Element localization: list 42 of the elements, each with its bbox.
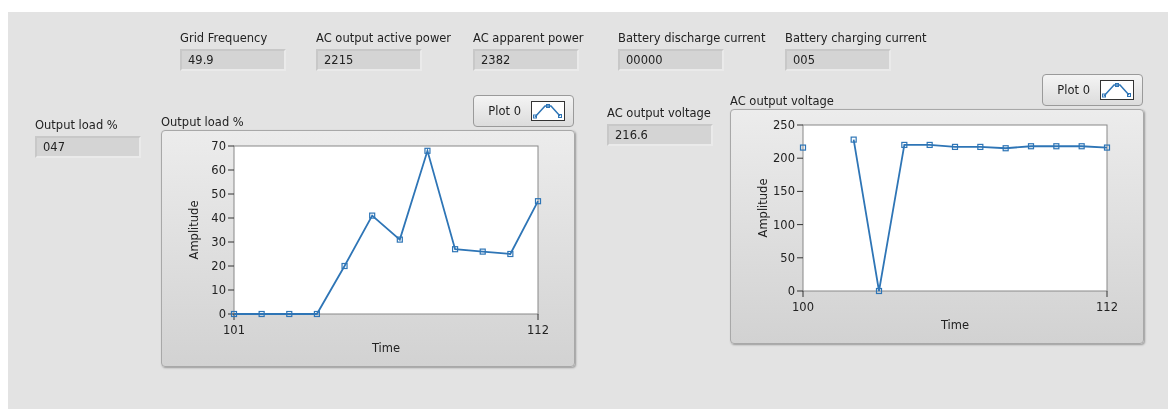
y-tick-label: 70 <box>211 139 226 153</box>
numeric-indicator: 005 <box>785 49 891 71</box>
y-tick-label: 30 <box>211 235 226 249</box>
y-tick-label: 10 <box>211 283 226 297</box>
graph-title: Output load % <box>161 115 244 129</box>
y-axis-title: Amplitude <box>187 200 201 260</box>
y-tick-label: 60 <box>211 163 226 177</box>
numeric-indicator: 216.6 <box>607 124 713 146</box>
y-tick-label: 50 <box>780 250 795 265</box>
y-tick-label: 20 <box>211 259 226 273</box>
plot-legend[interactable]: Plot 0 <box>473 95 574 127</box>
numeric-indicator: 047 <box>35 136 141 158</box>
y-tick-label: 40 <box>211 211 226 225</box>
x-tick-label: 100 <box>792 300 814 314</box>
line-plot-icon <box>531 101 565 121</box>
indicator-label: Battery charging current <box>785 31 927 45</box>
y-tick-label: 0 <box>787 284 795 298</box>
x-tick-label: 101 <box>223 323 245 337</box>
indicator-label: AC output voltage <box>607 106 711 120</box>
plot-legend[interactable]: Plot 0 <box>1042 74 1143 106</box>
numeric-indicator: 2382 <box>473 49 579 71</box>
x-axis-title: Time <box>371 341 401 355</box>
graph-title: AC output voltage <box>730 94 834 108</box>
y-tick-label: 50 <box>211 187 226 201</box>
y-tick-label: 200 <box>773 151 795 166</box>
y-tick-label: 0 <box>218 307 226 321</box>
numeric-indicator: 00000 <box>618 49 724 71</box>
numeric-indicator: 49.9 <box>180 49 286 71</box>
line-plot-icon <box>1100 80 1134 100</box>
y-axis-title: Amplitude <box>756 178 770 238</box>
indicator-label: Grid Frequency <box>180 31 268 45</box>
indicator-label: AC output active power <box>316 31 452 45</box>
y-tick-label: 100 <box>773 217 795 232</box>
x-axis-title: Time <box>940 318 970 332</box>
indicator-label: Output load % <box>35 118 118 132</box>
y-tick-label: 250 <box>773 118 795 132</box>
indicator-label: AC apparent power <box>473 31 584 45</box>
x-tick-label: 112 <box>527 323 549 337</box>
numeric-indicator: 2215 <box>316 49 422 71</box>
y-tick-label: 150 <box>773 184 795 199</box>
indicator-label: Battery discharge current <box>618 31 766 45</box>
x-tick-label: 112 <box>1096 300 1118 314</box>
